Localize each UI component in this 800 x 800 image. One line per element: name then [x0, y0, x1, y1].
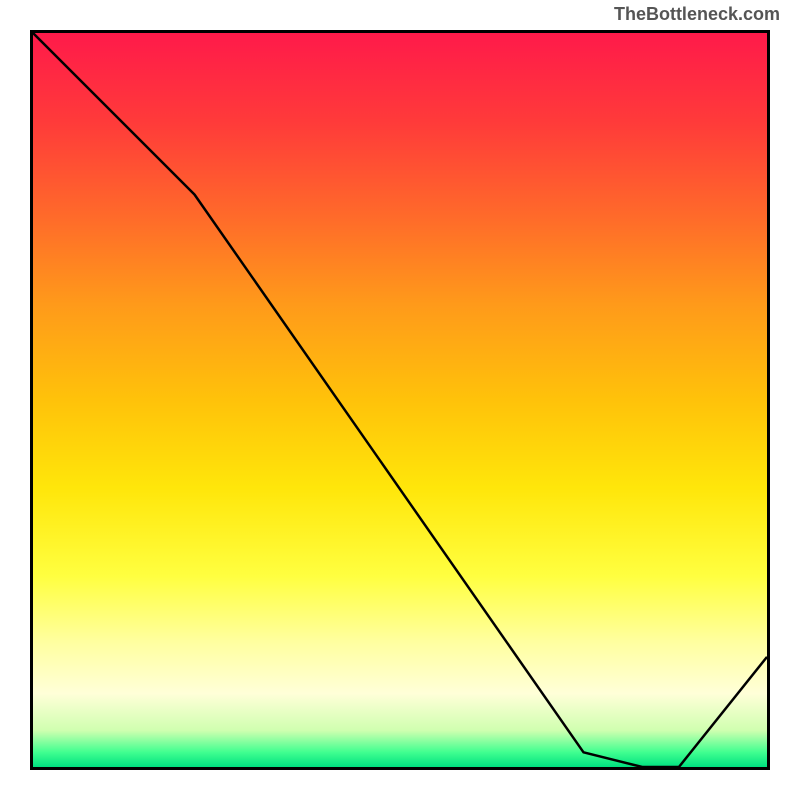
- chart-container: TheBottleneck.com: [0, 0, 800, 800]
- attribution-text: TheBottleneck.com: [614, 4, 780, 25]
- chart-line-layer: [33, 33, 767, 767]
- data-series-line: [33, 33, 767, 767]
- plot-area: [30, 30, 770, 770]
